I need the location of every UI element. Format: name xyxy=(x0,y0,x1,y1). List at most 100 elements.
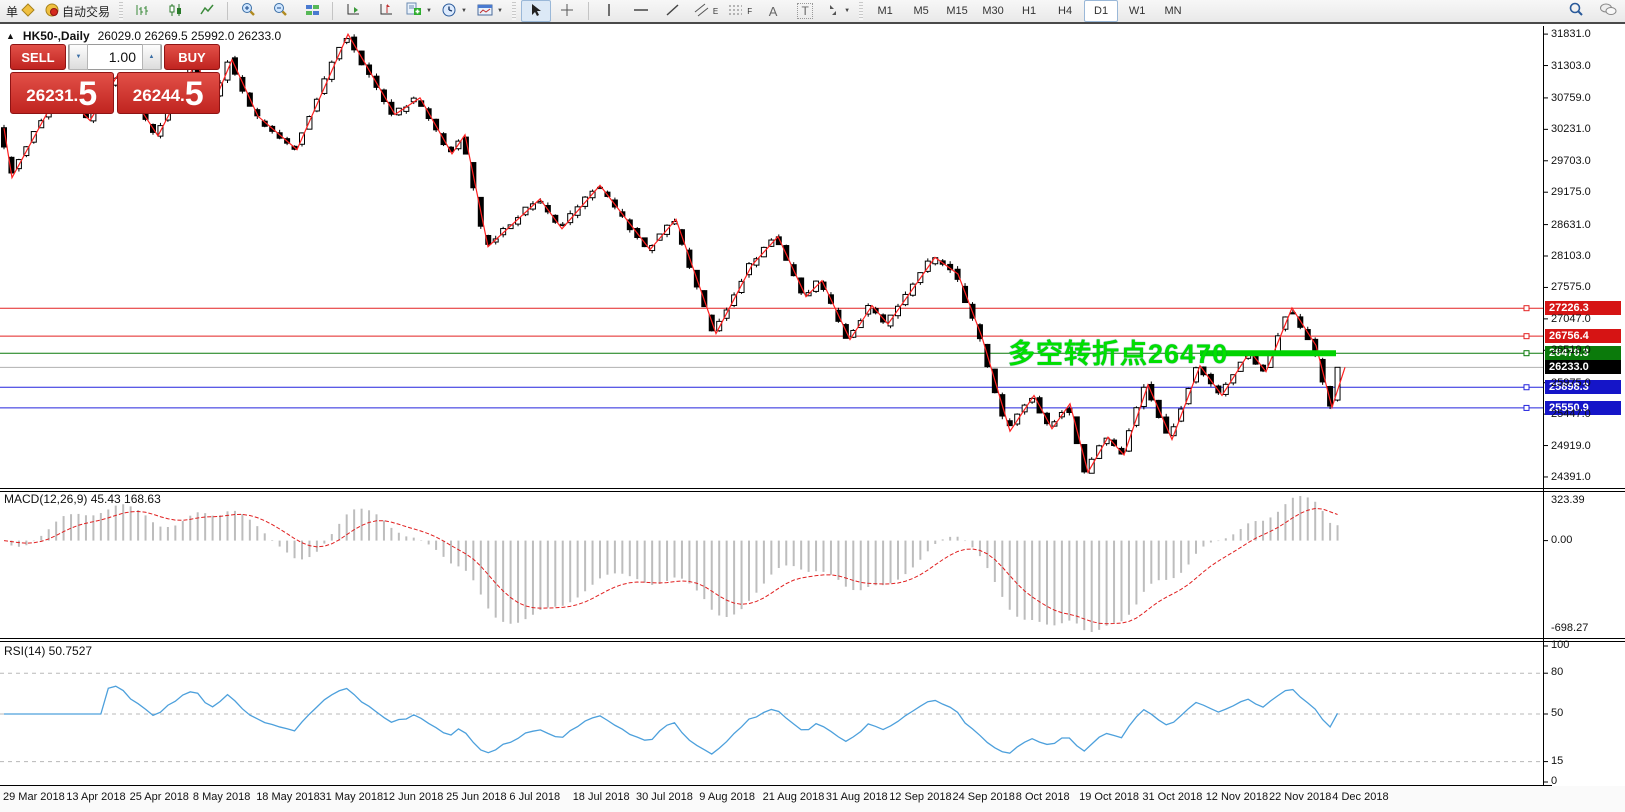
price-axis-tick: 28103.0 xyxy=(1551,250,1591,262)
candlestick-chart-button[interactable] xyxy=(160,0,190,22)
toolbar-separator xyxy=(588,2,589,20)
trendline-icon xyxy=(665,3,680,20)
date-tick: 4 Dec 2018 xyxy=(1332,791,1388,803)
auto-scroll-button[interactable] xyxy=(338,0,368,22)
macd-panel[interactable] xyxy=(0,492,1625,638)
vertical-line-tool-button[interactable] xyxy=(594,0,624,22)
volume-increase-button[interactable]: ▲ xyxy=(142,44,161,70)
toolbar-separator xyxy=(332,2,333,20)
collapse-arrow-icon[interactable]: ▲ xyxy=(6,31,15,41)
chat-button[interactable] xyxy=(1593,0,1623,22)
toolbar-grip xyxy=(859,2,863,20)
buy-price-big-digit: 5 xyxy=(185,77,204,111)
rsi-axis-tick: 15 xyxy=(1551,755,1563,767)
rsi-axis-tick: 50 xyxy=(1551,707,1563,719)
price-axis-tick: 29175.0 xyxy=(1551,186,1591,198)
trendline-tool-button[interactable] xyxy=(658,0,688,22)
price-axis-tick: 30759.0 xyxy=(1551,92,1591,104)
timeframe-d1[interactable]: D1 xyxy=(1084,0,1118,22)
line-handle[interactable] xyxy=(1524,385,1529,390)
arrows-icon xyxy=(826,3,840,20)
equidistant-channel-tool-button[interactable]: E xyxy=(690,0,722,22)
line-chart-icon xyxy=(200,3,215,20)
tile-windows-icon xyxy=(305,3,320,20)
chevron-down-icon: ▼ xyxy=(497,8,503,14)
toolbar-grip xyxy=(512,2,516,20)
date-tick: 18 Jul 2018 xyxy=(573,791,630,803)
macd-axis-tick: 323.39 xyxy=(1551,494,1585,506)
chevron-down-icon: ▼ xyxy=(461,8,467,14)
price-axis-tick: 31831.0 xyxy=(1551,28,1591,40)
timeframe-m5[interactable]: M5 xyxy=(904,0,938,22)
date-tick: 13 Apr 2018 xyxy=(66,791,125,803)
autotrading-icon xyxy=(45,3,59,20)
macd-axis-tick: 0.00 xyxy=(1551,534,1572,546)
zoom-out-icon xyxy=(272,2,288,20)
volume-decrease-button[interactable]: ▼ xyxy=(69,44,88,70)
crosshair-tool-button[interactable] xyxy=(553,0,583,22)
price-axis-tick: 24391.0 xyxy=(1551,471,1591,483)
search-button[interactable] xyxy=(1561,0,1591,22)
volume-value[interactable]: 1.00 xyxy=(88,49,142,65)
timeframe-m1[interactable]: M1 xyxy=(868,0,902,22)
timeframe-h4[interactable]: H4 xyxy=(1048,0,1082,22)
chart-shift-button[interactable] xyxy=(370,0,400,22)
auto-scroll-icon xyxy=(346,3,361,20)
volume-stepper[interactable]: ▼ 1.00 ▲ xyxy=(68,44,162,70)
chat-icon xyxy=(1599,2,1617,20)
price-axis-tick: 27047.0 xyxy=(1551,313,1591,325)
autotrading-button[interactable]: 自动交易 xyxy=(41,0,114,22)
buy-price-button[interactable]: 26244. 5 xyxy=(117,72,221,114)
rsi-panel[interactable] xyxy=(0,642,1625,786)
zoom-in-icon xyxy=(240,2,256,20)
zoom-in-button[interactable] xyxy=(233,0,263,22)
price-axis-tick: 30231.0 xyxy=(1551,123,1591,135)
periods-button[interactable]: ▼ xyxy=(438,0,471,22)
line-handle[interactable] xyxy=(1524,351,1529,356)
label-tool-label: T xyxy=(797,3,812,19)
timeframe-w1[interactable]: W1 xyxy=(1120,0,1154,22)
line-chart-button[interactable] xyxy=(192,0,222,22)
line-handle[interactable] xyxy=(1524,334,1529,339)
date-tick: 9 Aug 2018 xyxy=(699,791,755,803)
date-tick: 29 Mar 2018 xyxy=(3,791,65,803)
date-axis[interactable]: 29 Mar 201813 Apr 201825 Apr 20188 May 2… xyxy=(0,786,1625,812)
timeframe-mn[interactable]: MN xyxy=(1156,0,1190,22)
periods-clock-icon xyxy=(442,3,457,20)
new-order-button[interactable]: 单 xyxy=(2,0,39,22)
one-click-trading-panel: SELL ▼ 1.00 ▲ BUY 26231. 5 26244. 5 xyxy=(10,44,220,114)
chart-title: ▲ HK50-,Daily 26029.0 26269.5 25992.0 26… xyxy=(6,29,281,43)
price-axis-tick: 26519.0 xyxy=(1551,344,1591,356)
price-tag: 26756.4 xyxy=(1545,329,1621,343)
toolbar-grip xyxy=(119,2,123,20)
bar-chart-icon xyxy=(136,3,151,20)
horizontal-line-tool-button[interactable] xyxy=(626,0,656,22)
fibonacci-tool-button[interactable]: F xyxy=(724,0,756,22)
new-order-icon xyxy=(21,3,35,20)
channel-badge: E xyxy=(713,7,718,16)
annotation-text[interactable]: 多空转折点26470 xyxy=(1008,332,1228,371)
text-label-tool-button[interactable]: T xyxy=(790,0,820,22)
buy-button[interactable]: BUY xyxy=(164,44,220,70)
date-tick: 25 Apr 2018 xyxy=(130,791,189,803)
text-tool-button[interactable]: A xyxy=(758,0,788,22)
line-handle[interactable] xyxy=(1524,405,1529,410)
timeframe-m30[interactable]: M30 xyxy=(976,0,1010,22)
timeframe-m15[interactable]: M15 xyxy=(940,0,974,22)
price-axis-tick: 29703.0 xyxy=(1551,155,1591,167)
sell-price-button[interactable]: 26231. 5 xyxy=(10,72,114,114)
bar-chart-button[interactable] xyxy=(128,0,158,22)
cursor-tool-button[interactable] xyxy=(521,0,551,22)
sell-price-main: 26231. xyxy=(26,81,78,111)
sell-button[interactable]: SELL xyxy=(10,44,66,70)
templates-button[interactable]: ▼ xyxy=(473,0,507,22)
main-price-chart[interactable] xyxy=(0,26,1625,488)
arrows-tool-button[interactable]: ▼ xyxy=(822,0,854,22)
timeframe-h1[interactable]: H1 xyxy=(1012,0,1046,22)
tile-windows-button[interactable] xyxy=(297,0,327,22)
date-tick: 31 Aug 2018 xyxy=(826,791,888,803)
line-handle[interactable] xyxy=(1524,306,1529,311)
zoom-out-button[interactable] xyxy=(265,0,295,22)
vertical-line-icon xyxy=(604,3,614,20)
indicators-button[interactable]: ▼ xyxy=(402,0,436,22)
